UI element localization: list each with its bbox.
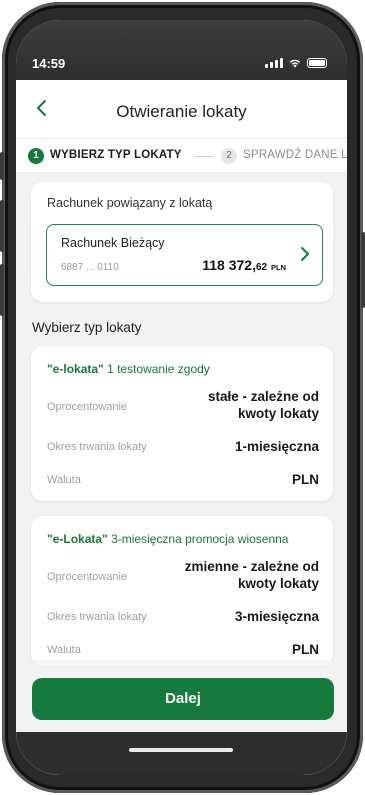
offer-title: "e-lokata" 1 testowanie zgody [47,362,210,376]
status-bar: 14:59 [16,20,347,80]
power-button [361,232,365,308]
offer-title: "e-Lokata" 3-miesięczna promocja wiosenn… [47,532,288,546]
signal-icon [265,58,283,68]
app-header: Otwieranie lokaty [16,80,347,138]
account-balance: 118 372,62 PLN [202,257,286,273]
duration-label: Okres trwania lokaty [47,611,147,623]
battery-icon [307,58,327,68]
step-connector [194,156,214,157]
step-2-indicator: 2 [221,148,237,164]
offer-name-quoted: "e-lokata" [47,362,104,376]
wifi-icon [289,59,301,68]
deposit-offer-card[interactable]: "e-lokata" 1 testowanie zgody Oprocentow… [31,346,333,501]
account-selector[interactable]: Rachunek Bieżący 6887 ... 0110 118 372,6… [46,224,323,286]
status-time: 14:59 [32,56,66,71]
account-name: Rachunek Bieżący [61,236,165,250]
bottom-bar [16,732,347,775]
interest-value-line2: kwoty lokaty [237,576,319,591]
step-1-label: WYBIERZ TYP LOKATY [50,149,182,161]
linked-account-card: Rachunek powiązany z lokatą Rachunek Bie… [31,182,333,302]
interest-label: Oprocentowanie [47,401,128,413]
screen: 14:59 Otwieranie lokaty 1 WYBIERZ TYP LO… [16,20,347,775]
interest-value-line1: zmienne - zależne od [184,559,319,574]
volume-up-button [0,200,4,252]
currency-label: Waluta [47,644,81,656]
home-indicator[interactable] [129,748,233,752]
duration-value: 1-miesięczna [234,439,319,454]
offer-name-rest: 1 testowanie zgody [103,362,210,376]
currency-value: PLN [292,642,319,657]
interest-value: zmienne - zależne od kwoty lokaty [185,558,319,592]
offer-name-quoted: "e-Lokata" [47,532,108,546]
offers-section-title: Wybierz typ lokaty [32,320,142,335]
balance-main: 118 372, [202,257,256,273]
step-2-label: SPRAWDŹ DANE L [243,149,347,161]
status-icons [265,58,327,68]
step-1-indicator: 1 [28,148,44,164]
duration-value: 3-miesięczna [234,609,319,624]
currency-value: PLN [292,472,319,487]
chevron-right-icon [301,247,309,261]
duration-label: Okres trwania lokaty [47,441,147,453]
balance-decimals: 62 [255,262,268,273]
page-title: Otwieranie lokaty [116,102,247,121]
volume-down-button [0,264,4,316]
silent-switch [0,152,4,180]
interest-value: stałe - zależne od kwoty lokaty [208,388,319,422]
balance-currency: PLN [271,263,286,272]
next-button[interactable]: Dalej [32,678,334,720]
interest-value-line1: stałe - zależne od [207,389,319,404]
offer-name-rest: 3-miesięczna promocja wiosenna [107,532,289,546]
stepper: 1 WYBIERZ TYP LOKATY 2 SPRAWDŹ DANE L [16,138,347,172]
interest-value-line2: kwoty lokaty [237,406,319,421]
deposit-offer-card[interactable]: "e-Lokata" 3-miesięczna promocja wiosenn… [31,516,333,666]
linked-account-label: Rachunek powiązany z lokatą [47,196,213,210]
account-number: 6887 ... 0110 [61,262,119,273]
interest-label: Oprocentowanie [47,571,128,583]
currency-label: Waluta [47,474,81,486]
